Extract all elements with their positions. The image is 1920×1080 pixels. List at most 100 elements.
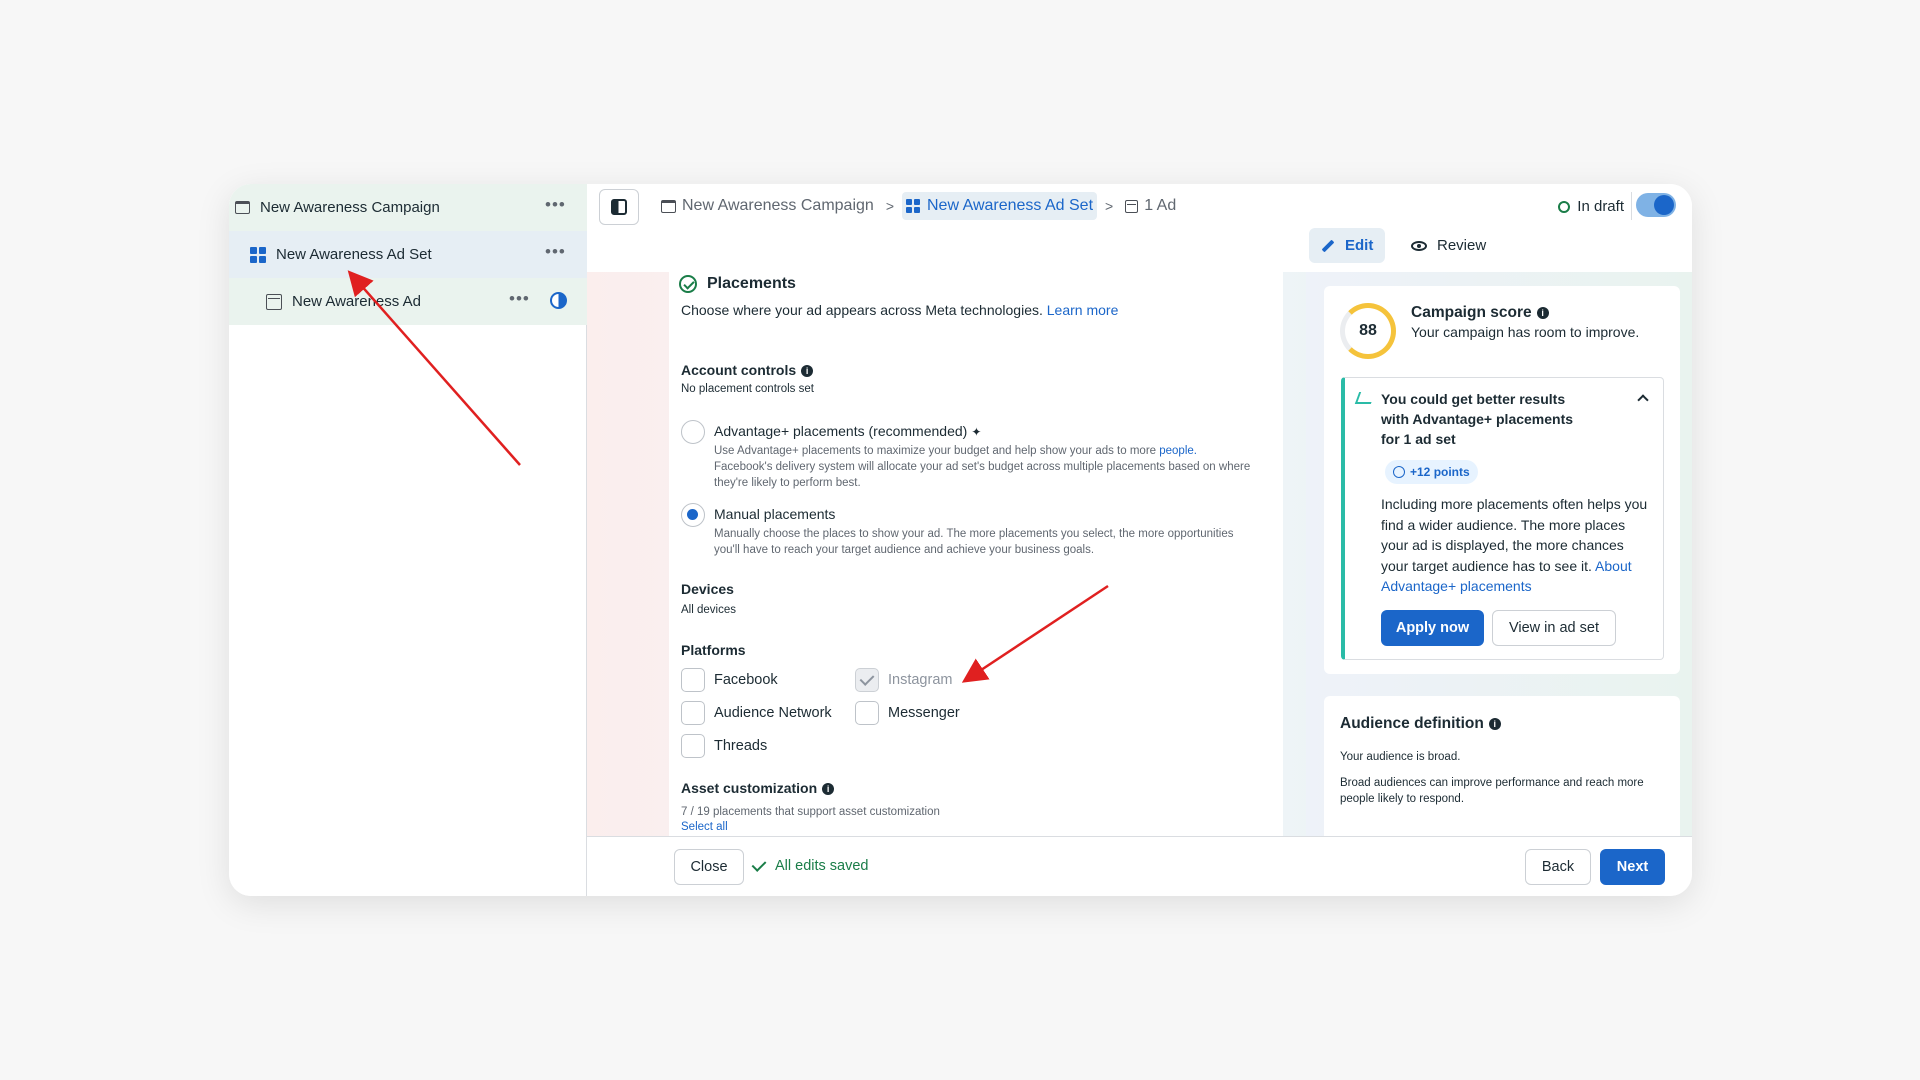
manual-description: Manually choose the places to show your … <box>714 528 1234 556</box>
chevron-up-icon[interactable] <box>1637 394 1649 406</box>
account-controls-label: Account controls <box>681 362 797 378</box>
breadcrumb-campaign-label: New Awareness Campaign <box>682 197 874 214</box>
audience-title: Audience definition i <box>1340 715 1501 733</box>
points-label: +12 points <box>1410 465 1470 479</box>
learn-more-link[interactable]: Learn more <box>1047 302 1119 318</box>
panel-toggle-button[interactable] <box>599 189 639 225</box>
asset-customization-sub: 7 / 19 placements that support asset cus… <box>681 806 940 818</box>
contrast-icon[interactable] <box>550 292 567 309</box>
select-all-link[interactable]: Select all <box>681 819 728 835</box>
eye-icon <box>1411 240 1427 251</box>
score-subtitle: Your campaign has room to improve. <box>1411 324 1640 340</box>
manual-placements-radio[interactable] <box>681 503 705 527</box>
placements-title: Placements <box>707 275 796 292</box>
sidebar-item-ad[interactable]: New Awareness Ad ••• <box>229 278 587 325</box>
info-icon[interactable]: i <box>1536 306 1549 319</box>
threads-checkbox[interactable] <box>681 734 705 758</box>
info-icon[interactable]: i <box>1488 717 1501 730</box>
audience-title-label: Audience definition <box>1340 715 1484 732</box>
info-icon[interactable]: i <box>801 365 814 378</box>
checkmark-icon <box>751 856 767 872</box>
tab-review[interactable]: Review <box>1399 228 1498 263</box>
close-button[interactable]: Close <box>674 849 744 885</box>
description-text: Choose where your ad appears across Meta… <box>681 302 1043 318</box>
advantage-placements-radio[interactable] <box>681 420 705 444</box>
advantage-label: Advantage+ placements (recommended) <box>714 423 968 439</box>
manual-label: Manual placements <box>714 506 836 522</box>
advantage-desc-text-2: Facebook's delivery system will allocate… <box>714 461 1251 489</box>
sidebar-ad-label: New Awareness Ad <box>292 293 421 310</box>
folder-icon <box>235 201 250 214</box>
campaign-score-card: 88 Campaign score i Your campaign has roo… <box>1324 286 1680 674</box>
next-button[interactable]: Next <box>1600 849 1665 885</box>
account-controls-sub: No placement controls set <box>681 383 814 395</box>
folder-icon <box>661 199 676 213</box>
ad-icon <box>1125 199 1139 213</box>
audience-network-label: Audience Network <box>714 705 832 721</box>
audience-network-checkbox[interactable] <box>681 701 705 725</box>
status-dot-icon <box>1558 200 1571 213</box>
grid-icon <box>906 199 921 213</box>
trend-icon <box>1354 392 1376 404</box>
tab-edit-label: Edit <box>1345 237 1374 254</box>
sparkle-icon: ✦ <box>971 425 982 439</box>
tab-edit[interactable]: Edit <box>1309 228 1386 263</box>
breadcrumb-campaign[interactable]: New Awareness Campaign <box>657 192 878 220</box>
info-icon[interactable]: i <box>822 783 835 796</box>
divider <box>1631 192 1632 220</box>
sidebar-adset-label: New Awareness Ad Set <box>276 246 432 263</box>
grid-icon <box>250 246 266 263</box>
devices-title: Devices <box>681 581 734 597</box>
placements-section: Placements Choose where your ad appears … <box>669 272 1283 836</box>
instagram-checkbox[interactable] <box>855 668 879 692</box>
audience-line-2: Broad audiences can improve performance … <box>1340 777 1644 805</box>
breadcrumb-adset[interactable]: New Awareness Ad Set <box>902 192 1098 220</box>
saved-label: All edits saved <box>775 858 869 874</box>
asset-title-label: Asset customization <box>681 780 818 796</box>
audience-line-1: Your audience is broad. <box>1340 751 1461 763</box>
facebook-label: Facebook <box>714 672 778 688</box>
account-controls-title: Account controls i <box>681 362 814 378</box>
chevron-right-icon: > <box>1105 198 1114 214</box>
check-circle-icon <box>679 275 697 293</box>
breadcrumb: New Awareness Campaign > New Awareness A… <box>657 192 1180 220</box>
facebook-checkbox[interactable] <box>681 668 705 692</box>
instagram-label: Instagram <box>888 672 953 688</box>
footer-bar: Close All edits saved Back Next <box>587 836 1692 896</box>
campaign-tree-sidebar: New Awareness Campaign ••• New Awareness… <box>229 184 587 896</box>
advantage-desc-text: Use Advantage+ placements to maximize yo… <box>714 445 1160 457</box>
messenger-label: Messenger <box>888 705 960 721</box>
sidebar-item-adset[interactable]: New Awareness Ad Set ••• <box>229 231 587 278</box>
advantage-label-row: Advantage+ placements (recommended) ✦ <box>714 423 981 439</box>
points-badge: +12 points <box>1385 460 1478 484</box>
people-link[interactable]: people. <box>1159 445 1197 457</box>
sidebar-item-campaign[interactable]: New Awareness Campaign ••• <box>229 184 587 231</box>
on-off-toggle[interactable] <box>1636 193 1676 217</box>
arrow-up-circle-icon <box>1393 466 1405 478</box>
content-area: Placements Choose where your ad appears … <box>587 272 1692 836</box>
apply-now-button[interactable]: Apply now <box>1381 610 1484 646</box>
status-badge: In draft <box>1558 198 1624 215</box>
audience-definition-card: Audience definition i Your audience is br… <box>1324 696 1680 836</box>
chevron-right-icon: > <box>885 198 894 214</box>
more-icon[interactable]: ••• <box>545 195 566 215</box>
save-status: All edits saved <box>751 856 869 874</box>
devices-value: All devices <box>681 604 736 616</box>
more-icon[interactable]: ••• <box>509 289 530 309</box>
threads-label: Threads <box>714 738 768 754</box>
more-icon[interactable]: ••• <box>545 242 566 262</box>
view-in-ad-set-button[interactable]: View in ad set <box>1492 610 1616 646</box>
back-button[interactable]: Back <box>1525 849 1591 885</box>
status-label: In draft <box>1577 198 1624 215</box>
panel-toggle-icon <box>611 199 627 215</box>
score-gauge: 88 <box>1340 303 1396 359</box>
ads-manager-window: New Awareness Campaign ••• New Awareness… <box>229 184 1692 896</box>
messenger-checkbox[interactable] <box>855 701 879 725</box>
platforms-title: Platforms <box>681 642 746 658</box>
edit-pencil-icon <box>1321 239 1335 252</box>
breadcrumb-ad[interactable]: 1 Ad <box>1121 192 1180 220</box>
asset-customization-title: Asset customization i <box>681 780 835 796</box>
top-bar: New Awareness Campaign > New Awareness A… <box>587 184 1692 272</box>
score-title: Campaign score i <box>1411 304 1549 322</box>
ad-icon <box>266 293 282 310</box>
